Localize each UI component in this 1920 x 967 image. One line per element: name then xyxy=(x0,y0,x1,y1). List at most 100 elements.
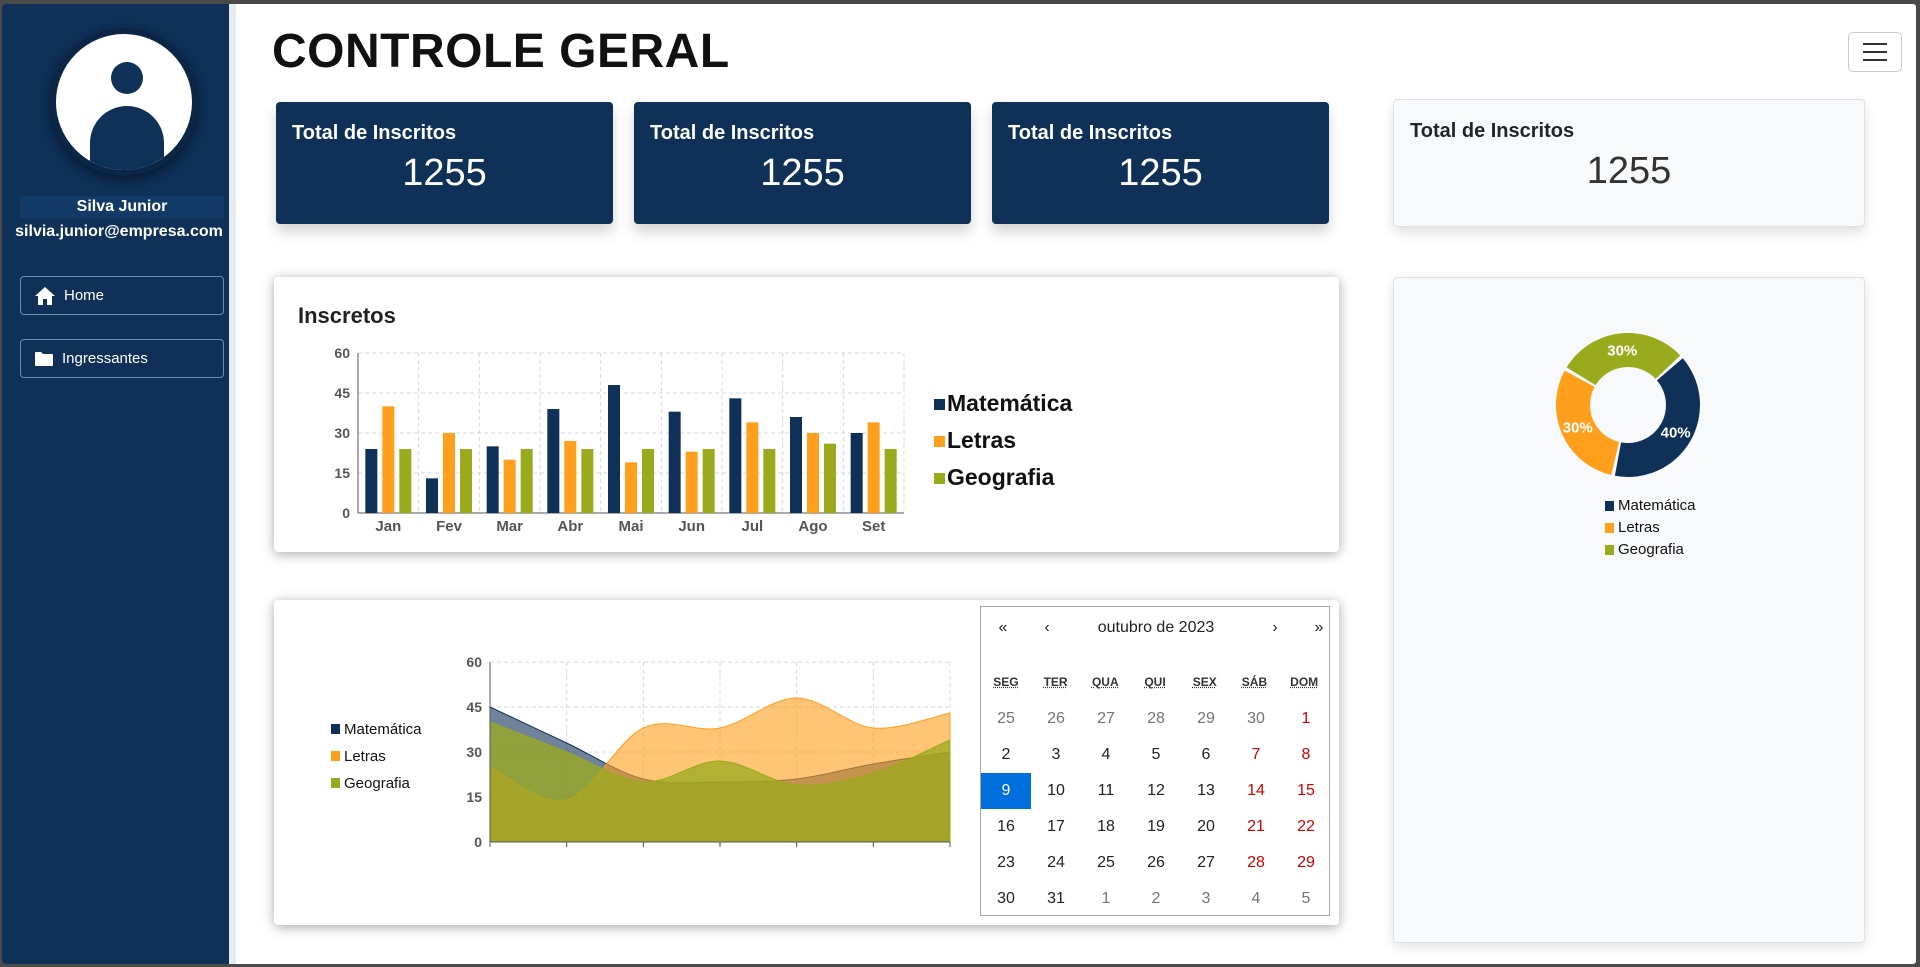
calendar-day[interactable]: 4 xyxy=(1231,881,1281,917)
calendar-next-month-button[interactable]: › xyxy=(1263,619,1287,637)
user-icon xyxy=(50,28,198,176)
calendar-day[interactable]: 31 xyxy=(1031,881,1081,917)
calendar-day[interactable]: 8 xyxy=(1281,737,1331,773)
calendar-day[interactable]: 1 xyxy=(1281,701,1331,737)
bar xyxy=(790,417,802,513)
bar xyxy=(547,409,560,513)
weekday-label: QUI xyxy=(1144,675,1166,689)
x-tick-label: Jan xyxy=(375,518,401,535)
calendar-day[interactable]: 30 xyxy=(981,881,1031,917)
calendar-day[interactable]: 3 xyxy=(1031,737,1081,773)
sidebar-divider xyxy=(229,4,236,964)
calendar-day-selected[interactable]: 9 xyxy=(981,773,1031,809)
stat-card: Total de Inscritos 1255 xyxy=(634,102,971,224)
calendar-day[interactable]: 21 xyxy=(1231,809,1281,845)
area-chart-panel: 0 15 30 45 60 Matemática Letras Geografia « ‹ o… xyxy=(274,600,1339,925)
stat-label: Total de Inscritos xyxy=(1410,120,1575,142)
stat-label: Total de Inscritos xyxy=(650,122,815,144)
calendar-day[interactable]: 27 xyxy=(1181,845,1231,881)
calendar-day[interactable]: 5 xyxy=(1281,881,1331,917)
bar xyxy=(399,449,412,513)
y-tick-label: 30 xyxy=(334,425,350,441)
calendar-day[interactable]: 29 xyxy=(1281,845,1331,881)
legend-swatch xyxy=(331,724,340,734)
calendar-weekdays: SEG TER QUA QUI SEX SÁB DOM xyxy=(981,675,1329,689)
calendar-day[interactable]: 15 xyxy=(1281,773,1331,809)
calendar-day[interactable]: 29 xyxy=(1181,701,1231,737)
calendar-day[interactable]: 5 xyxy=(1131,737,1181,773)
bar xyxy=(581,449,594,513)
pie-data-label: 30% xyxy=(1607,342,1637,359)
calendar-day[interactable]: 25 xyxy=(1081,845,1131,881)
hamburger-menu-icon[interactable] xyxy=(1848,32,1902,72)
y-tick-label: 45 xyxy=(466,699,482,715)
calendar-day[interactable]: 2 xyxy=(1131,881,1181,917)
home-icon xyxy=(35,286,55,305)
bar xyxy=(850,433,863,513)
calendar-day[interactable]: 18 xyxy=(1081,809,1131,845)
bar xyxy=(884,449,897,513)
calendar-day[interactable]: 19 xyxy=(1131,809,1181,845)
calendar-day[interactable]: 14 xyxy=(1231,773,1281,809)
bar xyxy=(668,411,681,513)
calendar-day[interactable]: 12 xyxy=(1131,773,1181,809)
nav-ingressantes-button[interactable]: Ingressantes xyxy=(20,339,224,378)
calendar-day[interactable]: 16 xyxy=(981,809,1031,845)
calendar-day[interactable]: 28 xyxy=(1231,845,1281,881)
calendar-day[interactable]: 28 xyxy=(1131,701,1181,737)
calendar-day[interactable]: 25 xyxy=(981,701,1031,737)
sidebar: Silva Junior silvia.junior@empresa.com H… xyxy=(2,4,229,964)
bar xyxy=(642,449,654,513)
calendar-day[interactable]: 4 xyxy=(1081,737,1131,773)
calendar-day[interactable]: 2 xyxy=(981,737,1031,773)
legend-label: Matemática xyxy=(947,390,1072,416)
calendar-day[interactable]: 24 xyxy=(1031,845,1081,881)
y-tick-label: 0 xyxy=(474,834,482,850)
calendar-day[interactable]: 11 xyxy=(1081,773,1131,809)
calendar-day[interactable]: 1 xyxy=(1081,881,1131,917)
legend-label: Letras xyxy=(1618,519,1660,536)
stat-value: 1255 xyxy=(760,152,845,194)
legend-label: Letras xyxy=(344,748,386,765)
weekday-label: TER xyxy=(1043,675,1068,689)
weekday-label: QUA xyxy=(1091,675,1119,689)
weekday-label: SEG xyxy=(993,675,1019,689)
calendar-day[interactable]: 3 xyxy=(1181,881,1231,917)
calendar-day[interactable]: 26 xyxy=(1131,845,1181,881)
y-tick-label: 0 xyxy=(342,505,350,521)
legend-swatch xyxy=(1605,545,1614,555)
calendar-day[interactable]: 30 xyxy=(1231,701,1281,737)
pie-data-label: 40% xyxy=(1661,425,1691,442)
bar xyxy=(382,406,395,513)
calendar-day[interactable]: 10 xyxy=(1031,773,1081,809)
bar-chart-title: Inscretos xyxy=(298,303,396,328)
y-tick-label: 30 xyxy=(466,744,482,760)
calendar-next-year-button[interactable]: » xyxy=(1307,619,1331,637)
legend-swatch xyxy=(331,751,340,761)
bar xyxy=(443,433,455,513)
calendar-day[interactable]: 22 xyxy=(1281,809,1331,845)
calendar-day[interactable]: 20 xyxy=(1181,809,1231,845)
calendar-month-label[interactable]: outubro de 2023 xyxy=(1041,619,1271,637)
bar xyxy=(365,449,378,513)
calendar-day[interactable]: 27 xyxy=(1081,701,1131,737)
calendar-day[interactable]: 6 xyxy=(1181,737,1231,773)
y-tick-label: 60 xyxy=(334,345,350,361)
bar xyxy=(608,385,620,513)
calendar-prev-year-button[interactable]: « xyxy=(991,619,1015,637)
x-tick-label: Ago xyxy=(798,518,827,535)
bar xyxy=(702,449,715,513)
app-window: Silva Junior silvia.junior@empresa.com H… xyxy=(2,4,1916,964)
nav-ingressantes-label: Ingressantes xyxy=(62,350,148,367)
y-tick-label: 45 xyxy=(334,385,350,401)
calendar-day[interactable]: 13 xyxy=(1181,773,1231,809)
donut-chart-panel: 40% 30% 30% Matemática Letras Geografia xyxy=(1393,277,1865,943)
calendar-day[interactable]: 7 xyxy=(1231,737,1281,773)
nav-home-button[interactable]: Home xyxy=(20,276,224,315)
calendar-day[interactable]: 17 xyxy=(1031,809,1081,845)
calendar-days: 25 26 27 28 29 30 1 2 3 4 5 6 7 8 9 10 11 12 13 14 15 16 17 18 1… xyxy=(981,701,1329,917)
calendar-day[interactable]: 23 xyxy=(981,845,1031,881)
calendar-day[interactable]: 26 xyxy=(1031,701,1081,737)
folder-icon xyxy=(35,351,53,366)
stat-value: 1255 xyxy=(1586,150,1672,192)
